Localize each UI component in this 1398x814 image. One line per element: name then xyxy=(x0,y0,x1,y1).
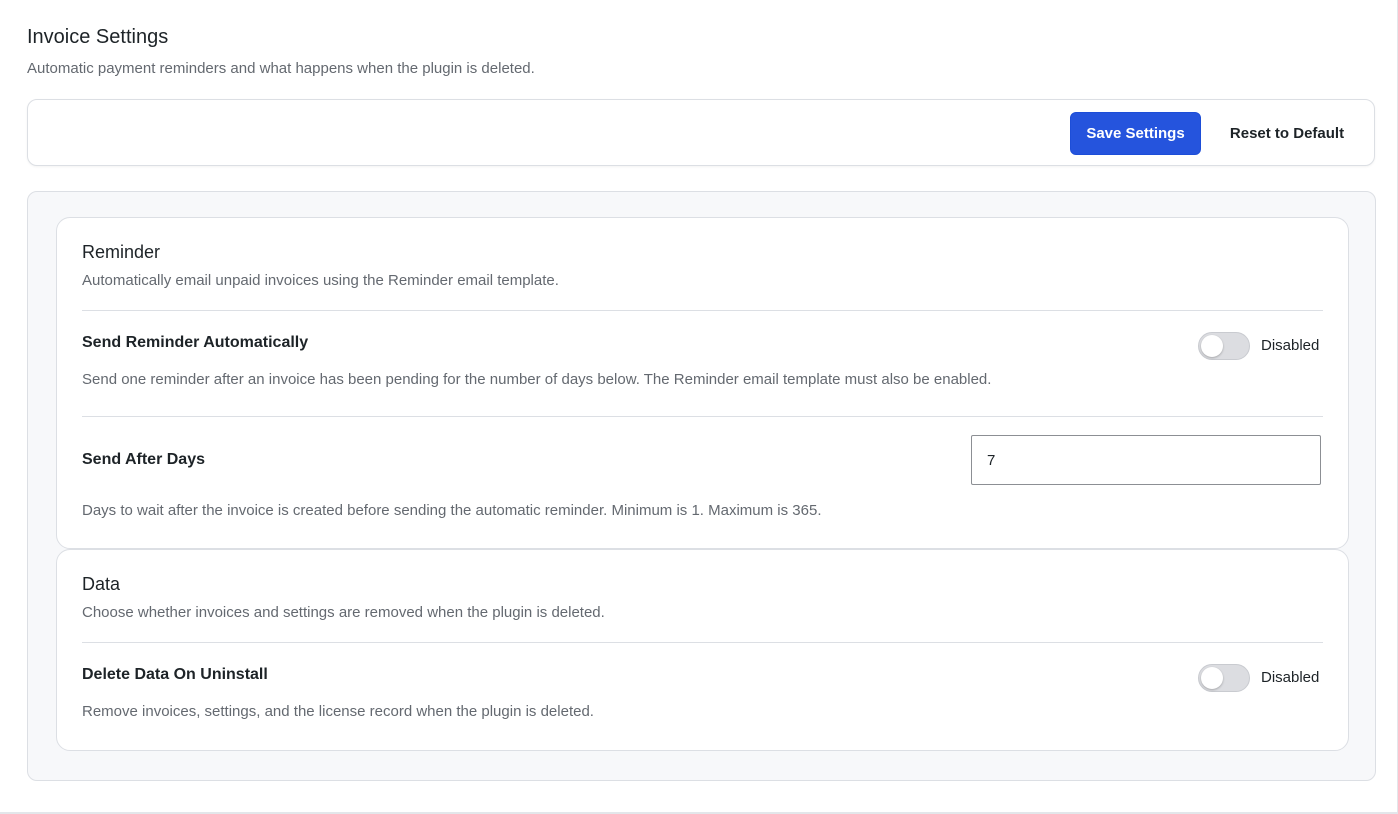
data-section-title: Data xyxy=(82,574,121,594)
send-after-days-input[interactable] xyxy=(971,435,1321,485)
divider xyxy=(82,310,1323,311)
delete-data-label: Delete Data On Uninstall xyxy=(82,666,268,683)
delete-data-toggle[interactable] xyxy=(1198,664,1250,692)
reminder-card: Reminder Automatically email unpaid invo… xyxy=(56,217,1349,549)
save-settings-button[interactable]: Save Settings xyxy=(1070,112,1201,155)
page-title: Invoice Settings xyxy=(27,26,169,48)
reset-to-default-button[interactable]: Reset to Default xyxy=(1216,112,1358,155)
send-after-days-help: Days to wait after the invoice is create… xyxy=(82,502,822,519)
data-card: Data Choose whether invoices and setting… xyxy=(56,549,1349,751)
send-reminder-label: Send Reminder Automatically xyxy=(82,334,309,351)
delete-data-toggle-group: Disabled xyxy=(1198,664,1319,692)
page-subtitle: Automatic payment reminders and what hap… xyxy=(27,60,535,77)
toggle-knob xyxy=(1201,335,1223,357)
reminder-section-description: Automatically email unpaid invoices usin… xyxy=(82,272,559,289)
send-reminder-toggle-group: Disabled xyxy=(1198,332,1319,360)
send-reminder-toggle[interactable] xyxy=(1198,332,1250,360)
actions-toolbar: Save Settings Reset to Default xyxy=(27,99,1375,166)
divider xyxy=(82,642,1323,643)
send-after-days-label: Send After Days xyxy=(82,451,205,468)
toggle-knob xyxy=(1201,667,1223,689)
settings-panel: Reminder Automatically email unpaid invo… xyxy=(27,191,1376,781)
send-reminder-status: Disabled xyxy=(1261,337,1320,354)
send-reminder-help: Send one reminder after an invoice has b… xyxy=(82,371,992,388)
delete-data-status: Disabled xyxy=(1261,669,1320,686)
delete-data-help: Remove invoices, settings, and the licen… xyxy=(82,703,594,720)
reminder-section-title: Reminder xyxy=(82,242,161,262)
data-section-description: Choose whether invoices and settings are… xyxy=(82,604,605,621)
divider xyxy=(82,416,1323,417)
